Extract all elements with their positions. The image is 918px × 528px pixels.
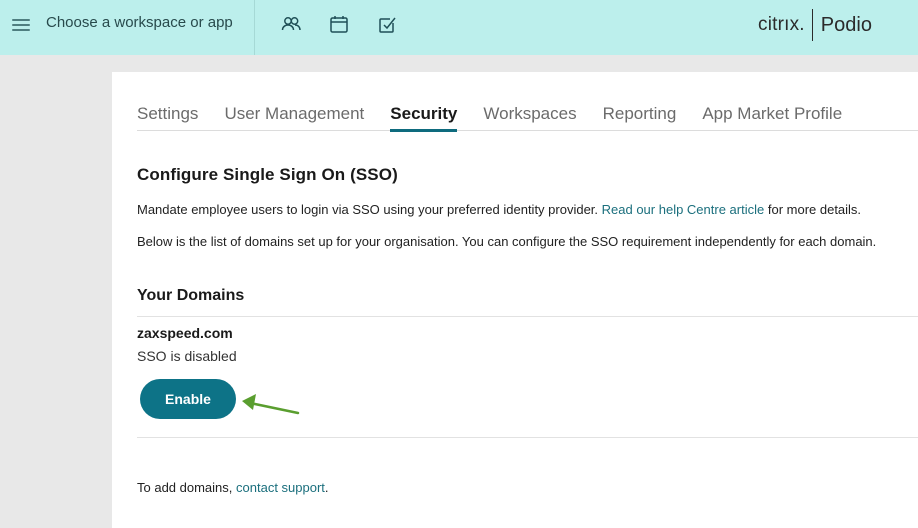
help-centre-link[interactable]: Read our help Centre article (602, 202, 765, 217)
topbar-divider (254, 0, 255, 55)
domains-description: Below is the list of domains set up for … (137, 234, 877, 249)
workspace-picker[interactable]: Choose a workspace or app (46, 14, 233, 31)
annotation-arrow-icon (242, 394, 300, 415)
citrix-logo: citrıx. (758, 14, 805, 35)
contacts-icon[interactable] (280, 13, 302, 35)
sso-title: Configure Single Sign On (SSO) (137, 165, 398, 184)
settings-tabs: Settings User Management Security Worksp… (137, 102, 918, 132)
hamburger-menu-icon[interactable] (12, 16, 30, 32)
sso-status: SSO is disabled (137, 348, 237, 364)
tab-security[interactable]: Security (390, 102, 458, 132)
domain-name: zaxspeed.com (137, 325, 233, 341)
contact-support-link[interactable]: contact support (236, 480, 325, 495)
sso-intro: Mandate employee users to login via SSO … (137, 202, 861, 217)
sso-intro-text: Mandate employee users to login via SSO … (137, 202, 602, 217)
add-domains-period: . (324, 480, 329, 495)
enable-sso-button[interactable]: Enable (140, 379, 236, 419)
tasks-icon[interactable] (376, 13, 398, 35)
divider (137, 316, 918, 317)
citrix-podio-logo: citrıx. Podio (758, 9, 872, 41)
add-domains-note: To add domains, contact support. (137, 480, 329, 495)
tab-user-management[interactable]: User Management (224, 102, 364, 131)
sso-intro-suffix: for more details. (764, 202, 862, 217)
tab-reporting[interactable]: Reporting (603, 102, 677, 131)
tab-app-market-profile[interactable]: App Market Profile (702, 102, 842, 131)
calendar-icon[interactable] (328, 13, 350, 35)
logo-separator (811, 9, 813, 41)
divider (137, 437, 918, 438)
settings-card: Settings User Management Security Worksp… (112, 72, 918, 528)
add-domains-text: To add domains, (137, 480, 237, 495)
tab-workspaces[interactable]: Workspaces (483, 102, 576, 131)
tab-settings[interactable]: Settings (137, 102, 198, 131)
your-domains-title: Your Domains (137, 287, 245, 304)
podio-logo: Podio (820, 13, 872, 36)
top-bar: Choose a workspace or app citrıx. Podio (0, 0, 918, 55)
